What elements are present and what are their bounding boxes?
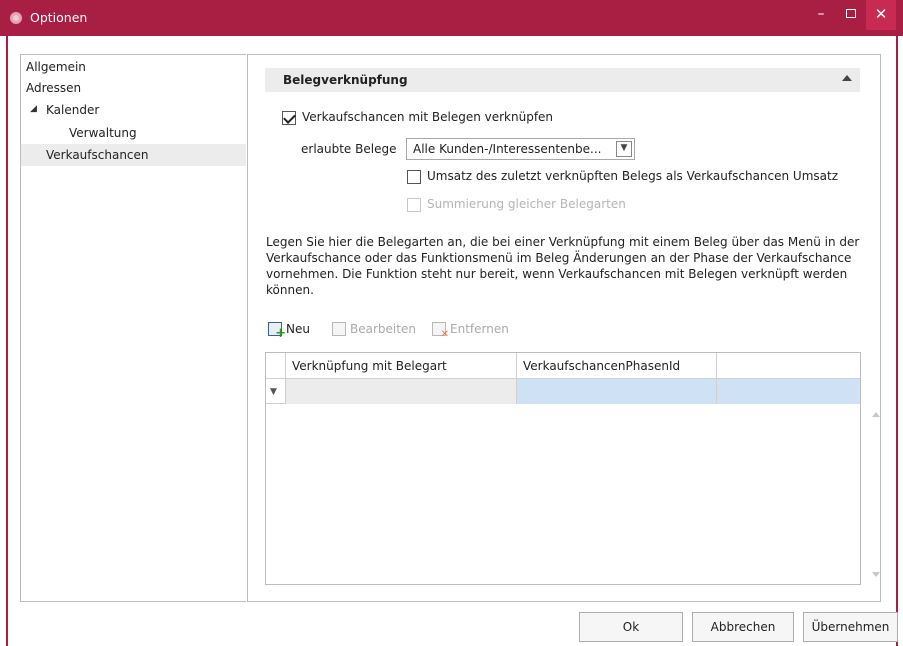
minimize-button[interactable]: – bbox=[806, 0, 836, 30]
remove-label: Entfernen bbox=[450, 322, 509, 336]
new-button[interactable]: Neu bbox=[268, 322, 310, 341]
grid-header: Verknüpfung mit Belegart Verkaufschancen… bbox=[266, 353, 860, 379]
filter-cell-phasenid[interactable] bbox=[516, 379, 716, 404]
description-text: Legen Sie hier die Belegarten an, die be… bbox=[266, 235, 860, 297]
section-header[interactable]: Belegverknüpfung bbox=[265, 68, 860, 92]
turnover-label: Umsatz des zuletzt verknüpften Belegs al… bbox=[427, 169, 839, 183]
tree-expand-icon[interactable]: ◢ bbox=[30, 104, 37, 114]
edit-label: Bearbeiten bbox=[350, 322, 416, 336]
new-label: Neu bbox=[286, 322, 310, 336]
edit-button[interactable]: Bearbeiten bbox=[332, 322, 416, 340]
scroll-up-icon[interactable] bbox=[872, 412, 880, 417]
new-icon bbox=[268, 322, 286, 341]
section-title: Belegverknüpfung bbox=[283, 73, 408, 87]
sum-label: Summierung gleicher Belegarten bbox=[427, 197, 626, 211]
edit-icon bbox=[332, 322, 346, 336]
link-documents-label: Verkaufschancen mit Belegen verknüpfen bbox=[302, 110, 554, 124]
allowed-documents-select[interactable]: Alle Kunden-/Interessentenbe... ▼ bbox=[406, 138, 635, 160]
ok-button[interactable]: Ok bbox=[579, 612, 683, 642]
maximize-button[interactable] bbox=[836, 0, 866, 30]
remove-icon bbox=[432, 322, 449, 340]
nav-item-adressen[interactable]: Adressen bbox=[26, 77, 81, 99]
turnover-checkbox[interactable] bbox=[407, 170, 421, 184]
allowed-documents-value: Alle Kunden-/Interessentenbe... bbox=[413, 142, 602, 156]
column-header-phasenid[interactable]: VerkaufschancenPhasenId bbox=[516, 353, 716, 379]
column-header-belegart[interactable]: Verknüpfung mit Belegart bbox=[285, 353, 516, 379]
remove-button[interactable]: Entfernen bbox=[432, 322, 509, 340]
app-icon bbox=[10, 12, 22, 24]
link-documents-checkbox[interactable] bbox=[282, 111, 296, 125]
filter-cell-empty[interactable] bbox=[716, 379, 860, 404]
filter-icon[interactable]: ▼ bbox=[270, 387, 277, 397]
allowed-documents-label: erlaubte Belege bbox=[301, 142, 397, 156]
nav-item-kalender[interactable]: Kalender bbox=[46, 99, 99, 121]
chevron-down-icon[interactable]: ▼ bbox=[616, 141, 632, 157]
column-header-empty[interactable] bbox=[716, 353, 860, 379]
sum-checkbox[interactable] bbox=[407, 198, 421, 212]
nav-item-verwaltung[interactable]: Verwaltung bbox=[69, 122, 137, 144]
cancel-button[interactable]: Abbrechen bbox=[692, 612, 794, 642]
collapse-icon[interactable] bbox=[842, 75, 852, 81]
window-title: Optionen bbox=[30, 10, 88, 25]
scroll-down-icon[interactable] bbox=[872, 572, 880, 577]
mapping-grid: Verknüpfung mit Belegart Verkaufschancen… bbox=[265, 352, 861, 585]
nav-item-verkaufschancen[interactable]: Verkaufschancen bbox=[21, 144, 246, 166]
apply-button[interactable]: Übernehmen bbox=[803, 612, 898, 642]
nav-item-allgemein[interactable]: Allgemein bbox=[26, 56, 86, 78]
filter-cell-belegart[interactable] bbox=[285, 379, 516, 404]
title-bar: Optionen – ✕ bbox=[0, 0, 903, 36]
filter-row: ▼ bbox=[266, 379, 860, 404]
close-button[interactable]: ✕ bbox=[866, 0, 896, 30]
